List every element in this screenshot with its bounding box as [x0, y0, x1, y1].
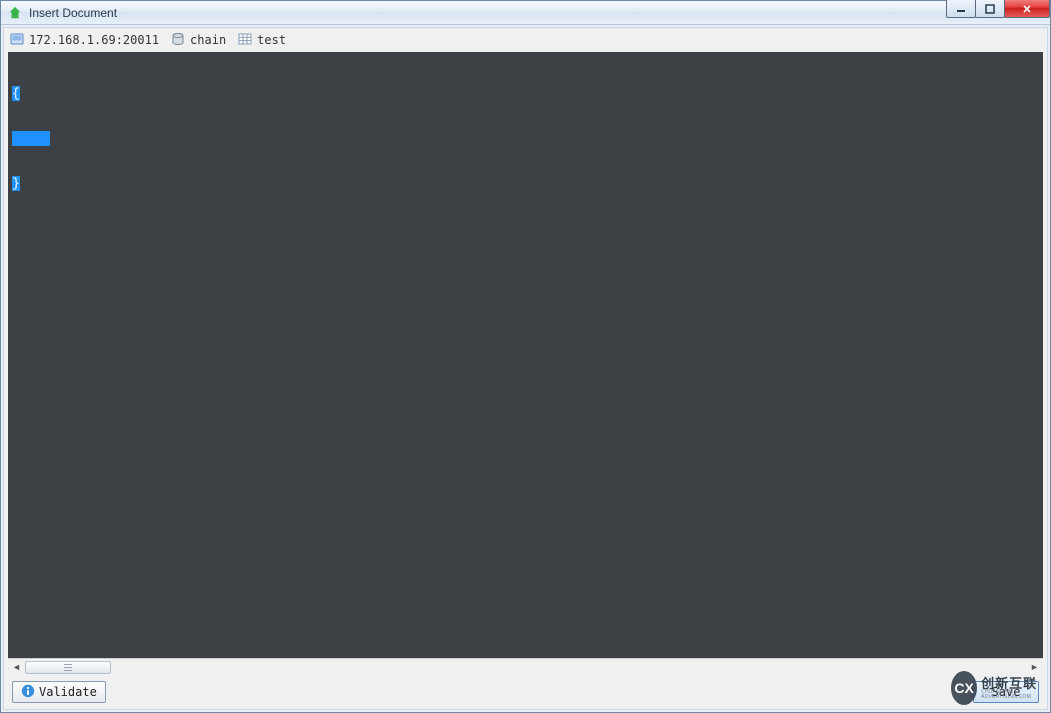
content-frame: 172.168.1.69:20011 chain test { }	[3, 27, 1048, 710]
dialog-window: Insert Document 172.168.1.69:20011	[0, 0, 1051, 713]
info-icon	[21, 684, 35, 701]
editor-line-2	[12, 131, 50, 146]
scroll-left-arrow[interactable]: ◄	[8, 660, 25, 675]
editor-line-3: }	[12, 176, 20, 191]
scroll-thumb[interactable]	[25, 661, 111, 674]
validate-label: Validate	[39, 685, 97, 699]
window-controls	[947, 0, 1050, 18]
save-label: Save	[992, 685, 1021, 699]
scroll-grip-icon	[64, 664, 72, 671]
horizontal-scrollbar[interactable]: ◄ ►	[8, 658, 1043, 675]
server-crumb: 172.168.1.69:20011	[10, 32, 159, 49]
database-crumb: chain	[171, 32, 226, 49]
table-icon	[238, 32, 252, 49]
maximize-button[interactable]	[975, 0, 1005, 18]
validate-button[interactable]: Validate	[12, 681, 106, 703]
close-button[interactable]	[1004, 0, 1050, 18]
app-icon	[7, 5, 23, 21]
scroll-right-arrow[interactable]: ►	[1026, 660, 1043, 675]
window-title: Insert Document	[29, 6, 117, 20]
collection-label: test	[257, 33, 286, 47]
breadcrumb: 172.168.1.69:20011 chain test	[4, 28, 1047, 52]
json-editor[interactable]: { }	[8, 52, 1043, 658]
editor-line-1: {	[12, 86, 20, 101]
collection-crumb: test	[238, 32, 286, 49]
scroll-track[interactable]	[25, 660, 1026, 675]
server-label: 172.168.1.69:20011	[29, 33, 159, 47]
save-button[interactable]: Save	[973, 681, 1039, 703]
minimize-button[interactable]	[946, 0, 976, 18]
database-label: chain	[190, 33, 226, 47]
titlebar[interactable]: Insert Document	[1, 1, 1050, 25]
server-icon	[10, 32, 24, 49]
database-icon	[171, 32, 185, 49]
footer: Validate Save	[4, 675, 1047, 709]
